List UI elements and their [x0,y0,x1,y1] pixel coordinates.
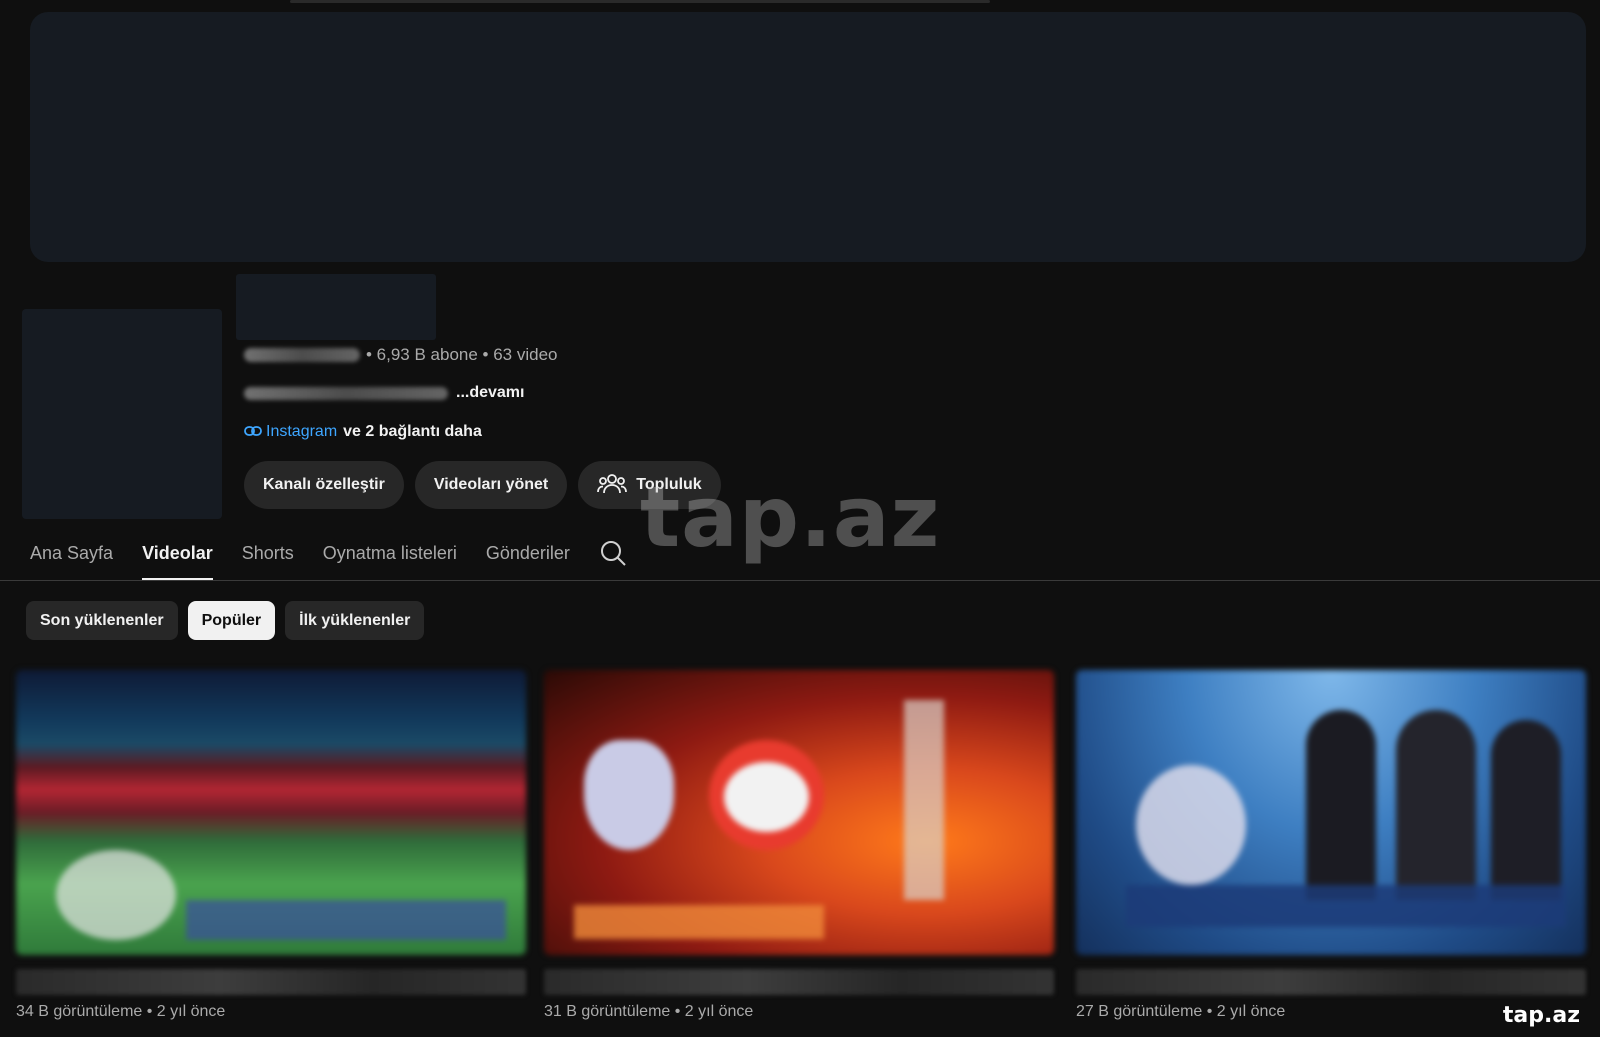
more-links[interactable]: ve 2 bağlantı daha [343,423,482,441]
video-thumbnail[interactable] [16,670,526,955]
tabs-divider [0,580,1600,581]
video-thumbnail[interactable] [544,670,1054,955]
channel-stats: • 6,93 B abone • 63 video [366,345,558,364]
chip-popular[interactable]: Popüler [187,601,276,640]
link-icon [244,424,262,441]
manage-videos-button[interactable]: Videoları yönet [414,461,568,509]
video-card[interactable]: 34 B görüntüleme • 2 yıl önce [16,670,526,1021]
description-more-link[interactable]: ...devamı [456,384,524,402]
customize-channel-button[interactable]: Kanalı özelleştir [244,461,404,509]
sort-chips: Son yüklenenler Popüler İlk yüklenenler [26,601,425,640]
watermark-center: tap.az [640,468,941,566]
watermark-corner: tap.az [1502,1003,1580,1028]
video-thumbnail[interactable] [1076,670,1586,955]
channel-meta: • 6,93 B abone • 63 video [244,345,558,365]
video-card[interactable]: 31 B görüntüleme • 2 yıl önce [544,670,1054,1021]
channel-name-redacted [236,274,436,340]
chip-latest[interactable]: Son yüklenenler [26,601,178,640]
tab-videos[interactable]: Videolar [142,533,213,581]
channel-description[interactable]: ...devamı [244,384,524,402]
instagram-link[interactable]: Instagram [266,423,337,441]
top-bar-fragment [290,0,990,3]
channel-handle-redacted [244,348,360,362]
video-title-redacted[interactable] [16,969,526,995]
community-icon [597,471,628,500]
tab-playlists[interactable]: Oynatma listeleri [323,533,457,581]
video-title-redacted[interactable] [1076,969,1586,995]
video-meta: 34 B görüntüleme • 2 yıl önce [16,1003,226,1020]
channel-banner [30,12,1586,262]
tab-home[interactable]: Ana Sayfa [30,533,113,581]
tab-shorts[interactable]: Shorts [242,533,294,581]
customize-channel-label: Kanalı özelleştir [263,476,385,493]
channel-links[interactable]: Instagram ve 2 bağlantı daha [244,423,482,441]
channel-avatar[interactable] [22,309,222,519]
tab-posts[interactable]: Gönderiler [486,533,570,581]
channel-tabs: Ana Sayfa Videolar Shorts Oynatma listel… [30,533,656,581]
search-icon[interactable] [599,533,627,581]
video-card[interactable]: 27 B görüntüleme • 2 yıl önce [1076,670,1586,1021]
video-title-redacted[interactable] [544,969,1054,995]
description-redacted [244,386,448,400]
chip-oldest[interactable]: İlk yüklenenler [285,601,425,640]
video-meta: 31 B görüntüleme • 2 yıl önce [544,1003,754,1020]
manage-videos-label: Videoları yönet [433,476,549,493]
